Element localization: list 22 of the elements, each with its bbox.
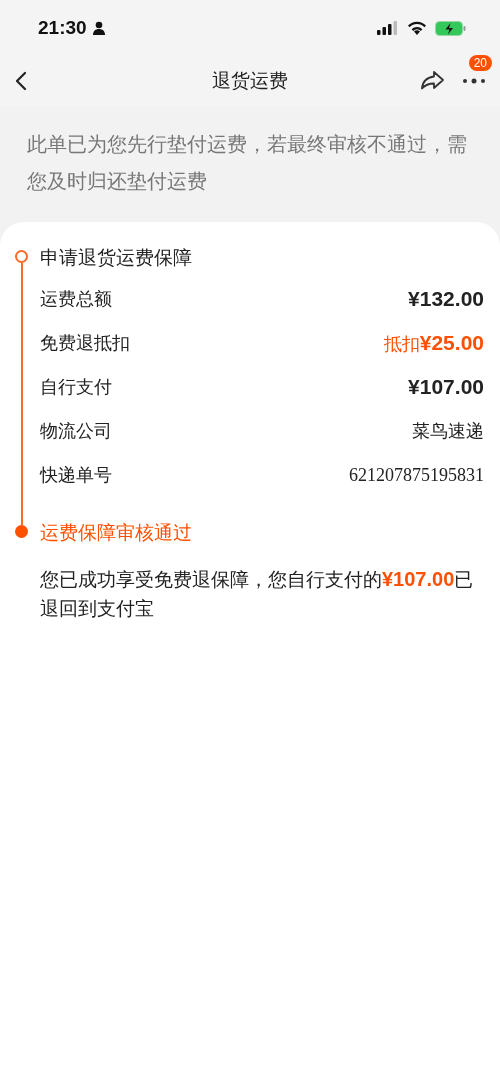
- field-label: 运费总额: [40, 288, 112, 311]
- notice-text: 此单已为您先行垫付运费，若最终审核不通过，需您及时归还垫付运费: [27, 132, 468, 195]
- person-icon: [91, 21, 106, 35]
- discount-value: 抵扣¥25.00: [383, 330, 484, 356]
- field-label: 自行支付: [40, 376, 112, 399]
- field-label: 免费退抵扣: [40, 332, 130, 355]
- step-title: 申请退货运费保障: [40, 245, 193, 270]
- step-title: 运费保障审核通过: [40, 520, 193, 545]
- amount-value: ¥132.00: [408, 287, 484, 311]
- field-label: 快递单号: [40, 464, 112, 487]
- step-description: 您已成功享受免费退保障，您自行支付的¥107.00已退回到支付宝: [40, 567, 475, 621]
- page-title: 退货运费: [212, 68, 288, 93]
- more-button[interactable]: [462, 77, 486, 85]
- amount-value: ¥107.00: [408, 375, 484, 399]
- tracking-number: 621207875195831: [349, 464, 484, 486]
- field-value: 菜鸟速递: [412, 420, 484, 443]
- signal-icon: [377, 21, 399, 35]
- clock-time: 21:30: [38, 17, 87, 39]
- notification-badge: 20: [468, 55, 492, 71]
- battery-charging-icon: [435, 20, 466, 36]
- field-label: 物流公司: [40, 420, 112, 443]
- wifi-icon: [407, 21, 427, 35]
